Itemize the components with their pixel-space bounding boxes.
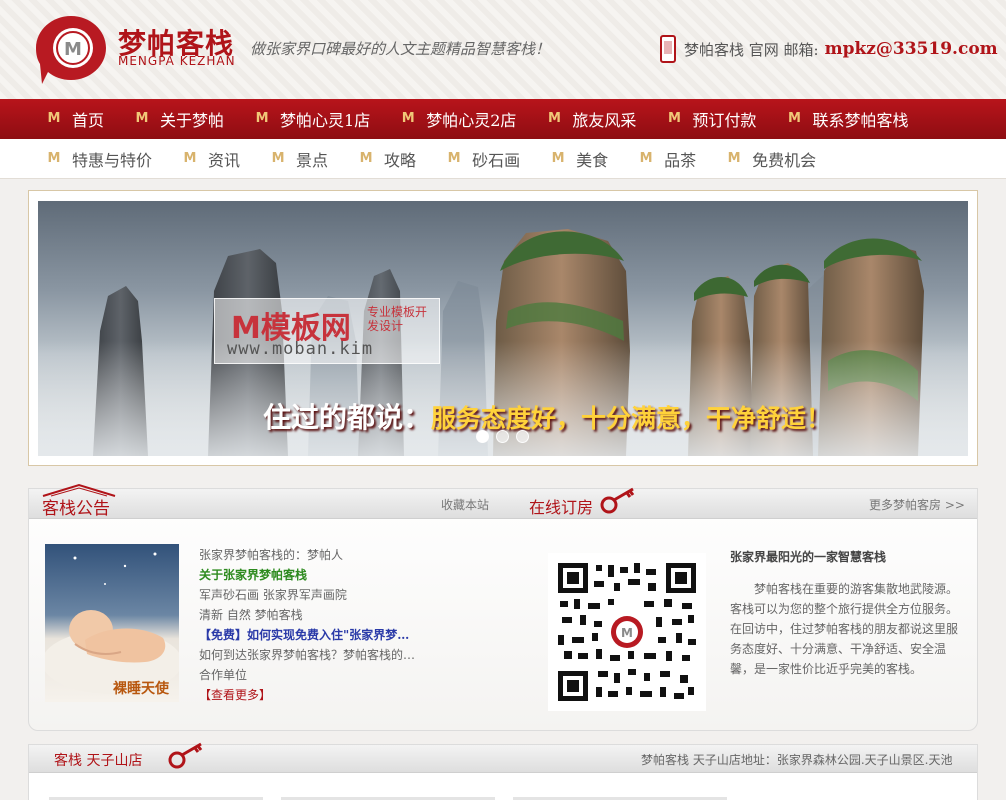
secondary-nav: M 特惠与特价 M 资讯 M 景点 M 攻略 M 砂石画 M 美食 M 品茶 M 免费机会 (0, 139, 1006, 179)
m-logo-icon: M (47, 111, 61, 126)
more-rooms-link[interactable]: 更多梦帕客房 >> (869, 496, 965, 513)
nav-item-deals[interactable]: M 特惠与特价 (46, 147, 152, 171)
nav-item-label: 美食 (576, 150, 609, 170)
banner-caption-highlight: 服务态度好，十分满意，干净舒适！ (431, 404, 832, 433)
nav-item-label: 联系梦帕客栈 (812, 111, 909, 130)
notice-title: 客栈公告 (42, 499, 110, 519)
news-list: 张家界梦帕客栈的：梦帕人 关于张家界梦帕客栈 军声砂石画 张家界军声画院 清新 … (199, 545, 429, 705)
m-logo-icon: M (639, 150, 653, 166)
nav-item-news[interactable]: M 资讯 (182, 147, 240, 171)
nav-item-label: 旅友风采 (572, 111, 637, 130)
news-item[interactable]: 军声砂石画 张家界军声画院 (199, 585, 429, 605)
news-item[interactable]: 如何到达张家界梦帕客栈？梦帕客栈的… (199, 645, 429, 665)
nav-item-label: 攻略 (384, 150, 417, 170)
nav-item-label: 资讯 (208, 150, 241, 170)
news-item[interactable]: 关于张家界梦帕客栈 (199, 565, 429, 585)
m-logo-icon: M (787, 111, 801, 126)
logo-english-text: MENGPA KEZHAN (118, 54, 236, 68)
m-logo-icon: M (359, 150, 373, 166)
contact-email[interactable]: mpkz@33519.com (825, 39, 998, 59)
baby-photo[interactable]: 裸睡天使 (45, 544, 179, 702)
key-icon (168, 742, 203, 769)
m-logo-icon: M (255, 111, 269, 126)
nav-item-food[interactable]: M 美食 (550, 147, 608, 171)
info-title: 张家界最阳光的一家智慧客栈 (730, 550, 887, 564)
notice-header: 客栈公告 收藏本站 在线订房 更多梦帕客房 >> (29, 483, 977, 519)
primary-nav: M 首页 M 关于梦帕 M 梦帕心灵1店 M 梦帕心灵2店 M 旅友风采 M 预订付款 M联… (0, 99, 1006, 139)
store-section: 客栈 天子山店 梦帕客栈 天子山店地址：张家界森林公园.天子山景区.天池 (28, 742, 978, 800)
notice-section: 客栈公告 收藏本站 在线订房 更多梦帕客房 >> 裸睡天使 张家界梦帕客栈的：梦… (28, 483, 978, 731)
watermark: M模板网 专业模板开发设计 www.moban.kim (214, 298, 440, 364)
store-address: 梦帕客栈 天子山店地址：张家界森林公园.天子山景区.天池 (641, 753, 953, 767)
m-logo-icon: M (135, 111, 149, 126)
news-item[interactable]: 合作单位 (199, 665, 429, 685)
slider-dot-3[interactable] (516, 430, 529, 443)
nav-item-travelers[interactable]: M 旅友风采 (546, 107, 636, 131)
m-logo-icon: M (727, 150, 741, 166)
qr-code: M (548, 553, 706, 711)
banner-slider[interactable]: M模板网 专业模板开发设计 www.moban.kim 住过的都说：服务态度好，… (38, 201, 968, 456)
contact-label: 梦帕客栈 官网 邮箱: (684, 40, 819, 59)
svg-text:M: M (64, 39, 82, 60)
nav-item-free[interactable]: M 免费机会 (726, 147, 816, 171)
nav-item-sand-painting[interactable]: M 砂石画 (446, 147, 520, 171)
nav-item-guides[interactable]: M 攻略 (358, 147, 416, 171)
logo-icon[interactable]: M (32, 12, 110, 86)
key-icon (600, 487, 635, 514)
m-logo-icon: M (47, 150, 61, 166)
m-logo-icon: M (551, 150, 565, 166)
m-logo-icon: M (401, 111, 415, 126)
site-slogan: 做张家界口碑最好的人文主题精品智慧客栈！ (250, 40, 551, 58)
nav-item-label: 特惠与特价 (72, 150, 153, 170)
nav-item-label: 梦帕心灵1店 (280, 111, 371, 130)
news-item[interactable]: 张家界梦帕客栈的：梦帕人 (199, 545, 429, 565)
bookmark-link[interactable]: 收藏本站 (441, 496, 489, 513)
m-logo-icon: M (271, 150, 285, 166)
m-logo-icon: M (447, 150, 461, 166)
nav-item-store-1[interactable]: M 梦帕心灵1店 (254, 107, 371, 131)
baby-photo-caption: 裸睡天使 (113, 681, 169, 697)
contact-info: 梦帕客栈 官网 邮箱: mpkz@33519.com (660, 34, 998, 64)
watermark-sub-text: 专业模板开发设计 (367, 305, 428, 333)
news-item[interactable]: 【免费】如何实现免费入住"张家界梦… (199, 625, 429, 645)
nav-item-contact[interactable]: M 联系梦帕客栈 (786, 107, 908, 131)
banner-frame: M模板网 专业模板开发设计 www.moban.kim 住过的都说：服务态度好，… (28, 190, 978, 466)
nav-item-label: 砂石画 (472, 150, 521, 170)
qr-code-icon: M (558, 563, 696, 701)
store-title: 客栈 天子山店 (54, 753, 143, 769)
nav-item-about[interactable]: M 关于梦帕 (134, 107, 224, 131)
nav-item-label: 梦帕心灵2店 (426, 111, 517, 130)
nav-item-label: 预订付款 (692, 111, 757, 130)
m-logo-icon: M (183, 150, 197, 166)
info-text: 梦帕客栈在重要的游客集散地武陵源。客栈可以为您的整个旅行提供全方位服务。在回访中… (730, 582, 959, 676)
nav-item-tea[interactable]: M 品茶 (638, 147, 696, 171)
banner-caption-lead: 住过的都说： (263, 401, 432, 434)
m-logo-icon: M (547, 111, 561, 126)
store-header: 客栈 天子山店 梦帕客栈 天子山店地址：张家界森林公园.天子山景区.天池 (29, 742, 977, 773)
news-item[interactable]: 清新 自然 梦帕客栈 (199, 605, 429, 625)
view-more-link[interactable]: 【查看更多】 (199, 685, 429, 705)
nav-item-store-2[interactable]: M 梦帕心灵2店 (400, 107, 517, 131)
nav-item-label: 免费机会 (752, 150, 817, 170)
nav-item-label: 景点 (296, 150, 329, 170)
svg-text:M: M (621, 626, 633, 640)
site-header: M 梦帕客栈 MENGPA KEZHAN 做张家界口碑最好的人文主题精品智慧客栈… (0, 0, 1006, 99)
nav-item-label: 品茶 (664, 150, 697, 170)
slider-dot-2[interactable] (496, 430, 509, 443)
nav-item-sights[interactable]: M 景点 (270, 147, 328, 171)
banner-caption: 住过的都说：服务态度好，十分满意，干净舒适！ (263, 396, 831, 436)
online-booking-title[interactable]: 在线订房 (529, 494, 593, 518)
nav-item-label: 首页 (72, 111, 105, 130)
nav-item-label: 关于梦帕 (160, 111, 225, 130)
nav-item-booking[interactable]: M 预订付款 (666, 107, 756, 131)
phone-icon (660, 35, 676, 63)
slider-dots (476, 430, 536, 443)
slider-dot-1[interactable] (476, 430, 489, 443)
m-logo-icon: M (667, 111, 681, 126)
nav-item-home[interactable]: M 首页 (46, 107, 104, 131)
watermark-url: www.moban.kim (227, 339, 374, 359)
